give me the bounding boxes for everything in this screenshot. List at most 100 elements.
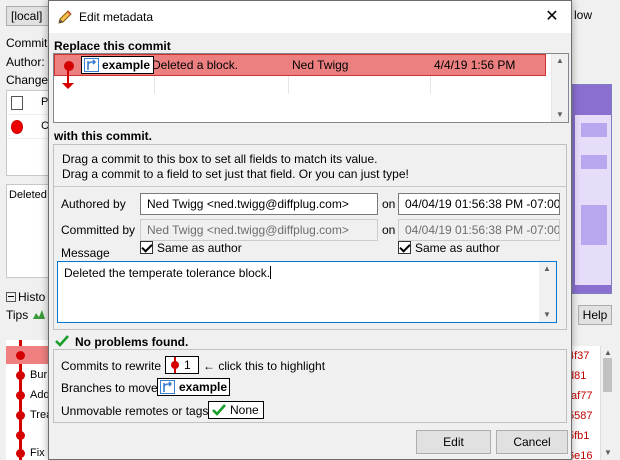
branch-to-move-tag[interactable]: example: [157, 378, 230, 396]
rewrite-count-button[interactable]: 1: [165, 356, 199, 374]
drag-hint-all: Drag a commit to this box to set all fie…: [62, 152, 378, 166]
graph-row[interactable]: Add: [6, 386, 54, 404]
changed-files-list: P C: [6, 90, 50, 176]
preview-page: [575, 115, 611, 285]
history-graph: Bur Add Trea Fix: [6, 340, 54, 460]
branch-icon: [84, 58, 99, 72]
branch-icon: [160, 380, 175, 394]
scroll-up-icon[interactable]: ▲: [556, 56, 564, 65]
preview-block: [581, 155, 607, 169]
same-as-author-label: Same as author: [157, 241, 242, 255]
branch-tag: example: [81, 56, 155, 74]
graph-row[interactable]: Fix: [6, 444, 54, 460]
replace-commit-table[interactable]: example Deleted a block. Ned Twigg 4/4/1…: [53, 53, 569, 123]
text-caret: [270, 266, 272, 279]
committed-by-field: Ned Twigg <ned.twigg@diffplug.com>: [140, 219, 378, 241]
commit-message-preview: Deleted: [6, 184, 50, 278]
local-button[interactable]: [local]: [6, 6, 50, 26]
branch-name: example: [102, 58, 151, 72]
history-scrollbar[interactable]: ▲ ▼: [600, 346, 614, 460]
graph-node: [16, 391, 25, 400]
graph-node: [64, 61, 74, 71]
error-icon: [11, 120, 23, 134]
message-field[interactable]: Deleted the temperate tolerance block. ▲…: [57, 261, 557, 323]
status-message: No problems found.: [75, 335, 189, 349]
list-item[interactable]: C: [7, 115, 49, 139]
edit-metadata-dialog: Edit metadata ✕ Replace this commit exam…: [48, 0, 572, 460]
graph-node: [16, 431, 25, 440]
table-row[interactable]: example Deleted a block. Ned Twigg 4/4/1…: [54, 54, 546, 76]
scroll-down-icon[interactable]: ▼: [543, 310, 551, 319]
graph-row[interactable]: [6, 426, 54, 444]
graph-node: [16, 411, 25, 420]
pencil-icon: [58, 10, 72, 24]
rewrite-label: Commits to rewrite: [61, 359, 162, 373]
preview-block: [581, 123, 607, 137]
drag-hint-field: Drag a commit to a field to set just tha…: [62, 167, 409, 181]
title-bar[interactable]: Edit metadata ✕: [49, 1, 571, 33]
window-label-right: low: [574, 8, 593, 22]
history-label: Histo: [18, 290, 46, 304]
committed-date-field: 04/04/19 01:56:38 PM -07:00: [398, 219, 560, 241]
scroll-up-icon[interactable]: ▲: [604, 348, 612, 357]
edit-button[interactable]: Edit: [416, 430, 491, 454]
cancel-button[interactable]: Cancel: [496, 430, 568, 454]
list-item[interactable]: P: [7, 91, 49, 115]
message-label: Message: [61, 246, 110, 260]
preview-block: [581, 205, 607, 245]
branch-name: example: [179, 380, 228, 394]
authored-date-field[interactable]: 04/04/19 01:56:38 PM -07:00: [398, 193, 560, 215]
with-header: with this commit.: [54, 129, 153, 143]
message-scrollbar[interactable]: ▲ ▼: [539, 262, 556, 322]
unmovable-text: None: [230, 403, 259, 417]
authored-on-label: on: [382, 197, 396, 211]
tips-label: Tips: [6, 308, 46, 322]
graph-node: [16, 371, 25, 380]
graph-node: [16, 449, 25, 458]
history-section[interactable]: Histo: [6, 290, 45, 304]
unmovable-value: None: [208, 401, 264, 419]
tips-icon: [32, 310, 45, 319]
arrow-down-icon: [62, 83, 74, 89]
check-icon: [55, 335, 69, 347]
authored-by-field[interactable]: Ned Twigg <ned.twigg@diffplug.com>: [140, 193, 378, 215]
commit-label: Commit: [6, 36, 48, 50]
scroll-down-icon[interactable]: ▼: [604, 448, 612, 457]
committed-on-label: on: [382, 223, 396, 237]
graph-row-text: Bur: [30, 369, 48, 381]
scrollbar-thumb[interactable]: [603, 358, 612, 392]
same-as-author-checkbox-date[interactable]: [398, 241, 411, 254]
changes-label: Change: [6, 73, 49, 87]
close-icon: ✕: [545, 8, 559, 25]
commit-message-cell: Deleted a block.: [152, 58, 239, 72]
replace-header: Replace this commit: [54, 39, 171, 53]
rewrite-hint: ← click this to highlight: [203, 359, 326, 373]
table-scrollbar[interactable]: ▲ ▼: [551, 54, 568, 122]
diff-preview-thumbnail: [572, 84, 612, 294]
same-as-author-checkbox-name[interactable]: [140, 241, 153, 254]
help-button[interactable]: Help: [578, 305, 612, 325]
collapse-icon[interactable]: [6, 292, 16, 302]
author-label: Author:: [6, 55, 45, 69]
close-button[interactable]: ✕: [533, 1, 571, 33]
commit-date-cell: 4/4/19 1:56 PM: [434, 58, 516, 72]
file-icon: [11, 96, 23, 110]
check-icon: [212, 404, 226, 416]
branches-label: Branches to move: [61, 381, 158, 395]
scroll-down-icon[interactable]: ▼: [556, 110, 564, 119]
graph-row[interactable]: Trea: [6, 406, 54, 424]
graph-row[interactable]: [6, 346, 54, 364]
same-as-author-label: Same as author: [415, 241, 500, 255]
graph-node: [16, 351, 25, 360]
dialog-title: Edit metadata: [79, 10, 154, 24]
unmovable-label: Unmovable remotes or tags: [61, 404, 209, 418]
graph-row-text: Fix: [30, 447, 45, 459]
rewrite-count: 1: [184, 358, 191, 372]
message-text: Deleted the temperate tolerance block.: [64, 266, 271, 280]
authored-by-label: Authored by: [61, 197, 126, 211]
commit-author-cell: Ned Twigg: [292, 58, 349, 72]
graph-row[interactable]: Bur: [6, 366, 54, 384]
graph-row-text: Add: [30, 389, 50, 401]
committed-by-label: Committed by: [61, 223, 136, 237]
scroll-up-icon[interactable]: ▲: [543, 264, 551, 273]
